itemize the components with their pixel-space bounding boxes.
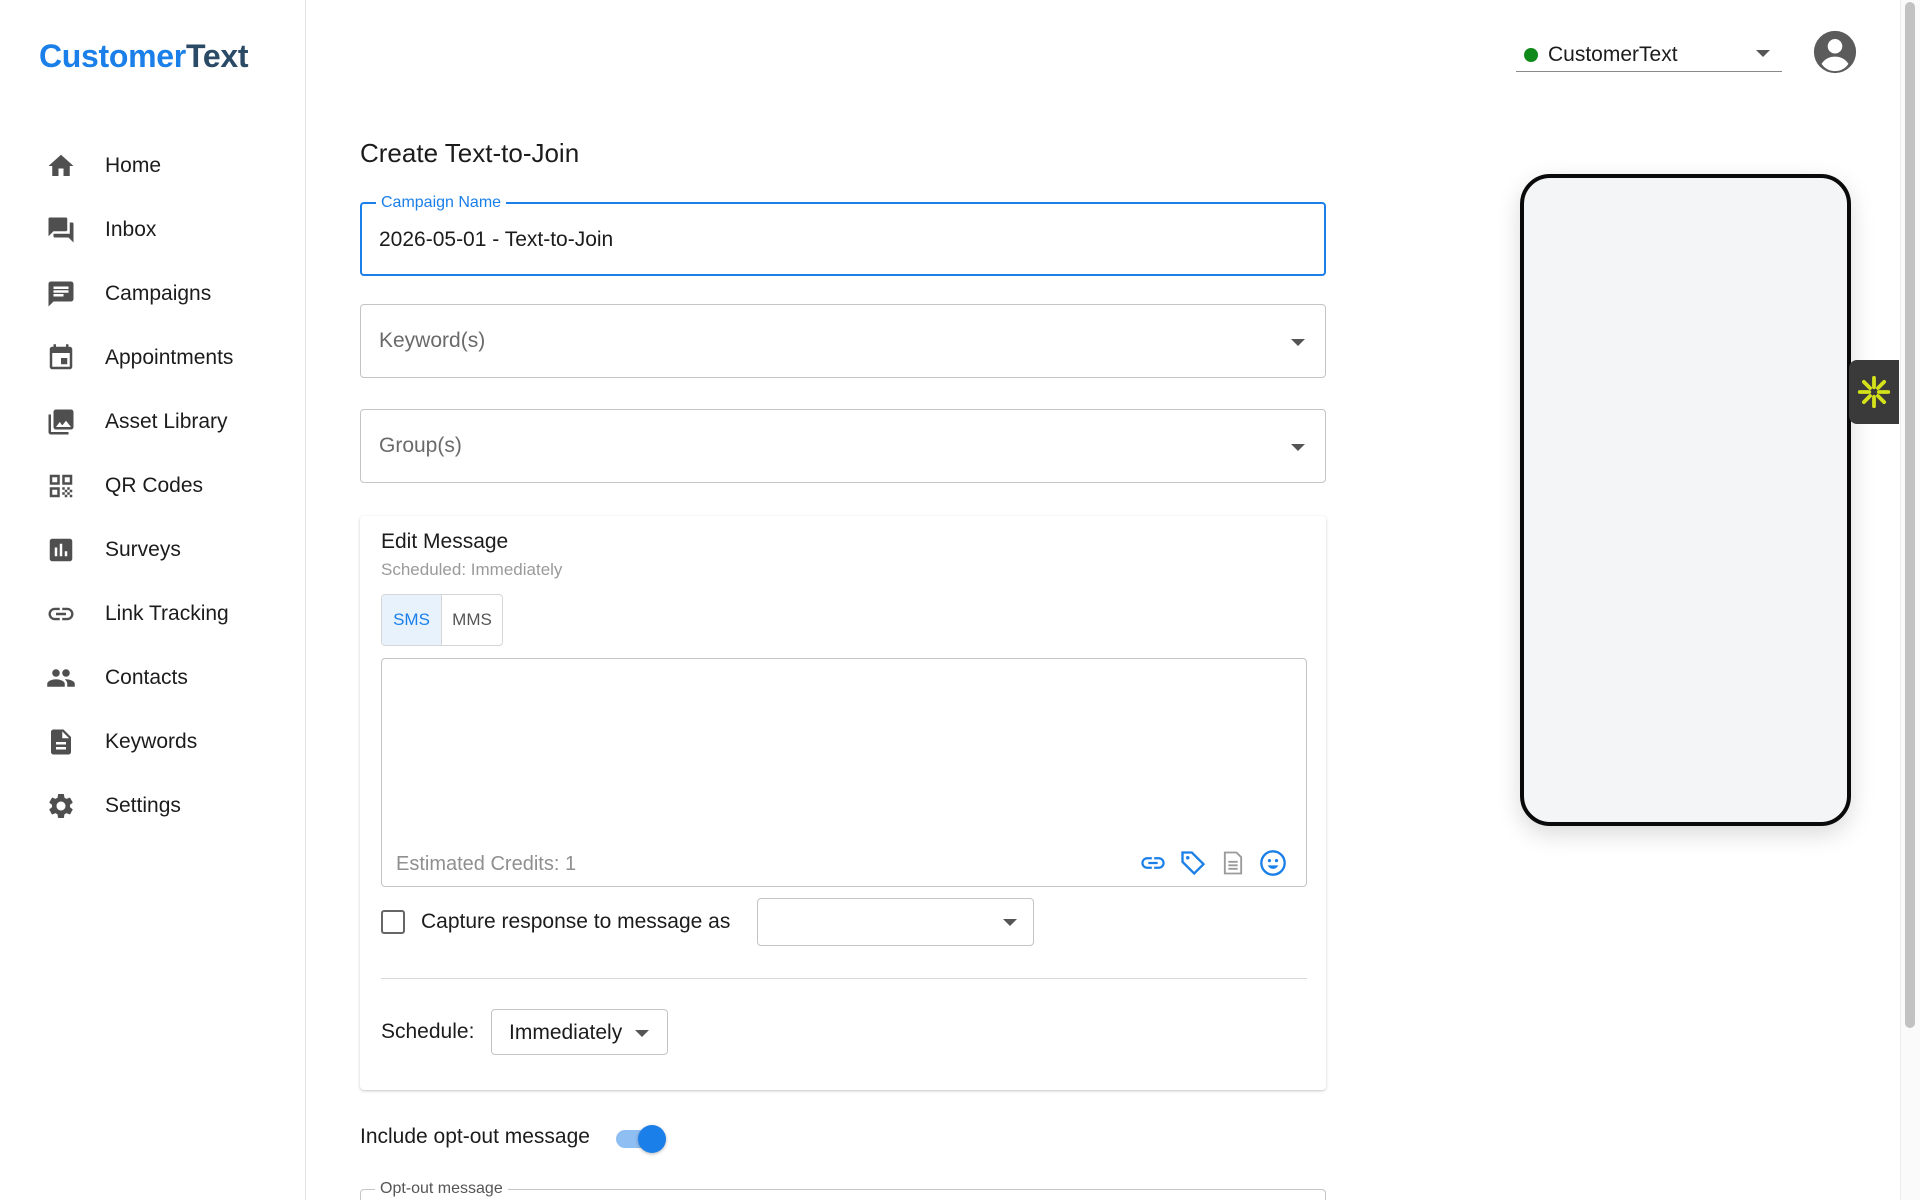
edit-message-title: Edit Message: [381, 530, 509, 553]
sidebar-item-label: Link Tracking: [105, 602, 229, 625]
sidebar-item-label: Surveys: [105, 538, 181, 561]
message-composer: Estimated Credits: 1: [381, 658, 1307, 887]
sidebar-item-asset-library[interactable]: Asset Library: [0, 390, 305, 454]
schedule-summary: Scheduled: Immediately: [381, 560, 563, 579]
capture-response-label: Capture response to message as: [421, 910, 731, 933]
schedule-label: Schedule:: [381, 1020, 475, 1043]
message-body-input[interactable]: [394, 671, 1294, 821]
sidebar-item-contacts[interactable]: Contacts: [0, 646, 305, 710]
sidebar-item-label: Home: [105, 154, 162, 177]
people-icon: [45, 662, 77, 694]
asterisk-icon: [1857, 375, 1891, 409]
groups-placeholder: Group(s): [379, 434, 462, 457]
chevron-down-icon: [635, 1030, 649, 1037]
phone-preview: [1520, 174, 1851, 826]
capture-response-row: Capture response to message as: [381, 898, 730, 946]
message-type-mms[interactable]: MMS: [442, 595, 502, 645]
sidebar-item-qr-codes[interactable]: QR Codes: [0, 454, 305, 518]
campaign-name-field[interactable]: Campaign Name: [360, 194, 1326, 276]
sidebar-nav: Home Inbox Campaigns Appointments Asset …: [0, 134, 305, 838]
groups-select[interactable]: Group(s): [360, 409, 1326, 483]
sidebar-item-settings[interactable]: Settings: [0, 774, 305, 838]
image-library-icon: [45, 406, 77, 438]
keywords-select[interactable]: Keyword(s): [360, 304, 1326, 378]
message-type-sms[interactable]: SMS: [382, 595, 442, 645]
brand-logo-part2: Text: [185, 38, 249, 74]
calendar-icon: [45, 342, 77, 374]
home-icon: [45, 150, 77, 182]
page-title: Create Text-to-Join: [360, 138, 580, 168]
campaign-name-input[interactable]: [379, 228, 1279, 252]
estimated-credits: Estimated Credits: 1: [396, 853, 577, 875]
optout-row: Include opt-out message: [360, 1120, 590, 1154]
brand-logo[interactable]: CustomerText: [39, 38, 249, 75]
inbox-icon: [45, 214, 77, 246]
keywords-placeholder: Keyword(s): [379, 329, 486, 352]
sidebar-item-label: Appointments: [105, 346, 234, 369]
capture-field-select[interactable]: [757, 898, 1034, 946]
capture-response-checkbox[interactable]: [381, 910, 405, 934]
insert-link-icon[interactable]: [1138, 848, 1168, 878]
sidebar-item-label: Contacts: [105, 666, 188, 689]
sidebar-item-inbox[interactable]: Inbox: [0, 198, 305, 262]
sidebar-item-campaigns[interactable]: Campaigns: [0, 262, 305, 326]
message-type-toggle: SMS MMS: [381, 594, 503, 646]
chevron-down-icon: [1756, 50, 1770, 57]
edit-message-card: Edit Message Scheduled: Immediately SMS …: [360, 516, 1326, 1090]
account-circle-icon: [1813, 30, 1857, 74]
link-icon: [45, 598, 77, 630]
schedule-select[interactable]: Immediately: [491, 1009, 668, 1055]
tag-icon[interactable]: [1178, 848, 1208, 878]
qr-code-icon: [45, 470, 77, 502]
sidebar-item-link-tracking[interactable]: Link Tracking: [0, 582, 305, 646]
composer-toolbar: [1138, 848, 1288, 878]
sidebar-item-label: Asset Library: [105, 410, 228, 433]
sidebar-item-home[interactable]: Home: [0, 134, 305, 198]
chevron-down-icon: [1003, 919, 1017, 926]
sidebar-item-label: Campaigns: [105, 282, 212, 305]
toggle-thumb: [638, 1125, 666, 1153]
campaigns-icon: [45, 278, 77, 310]
vertical-scrollbar[interactable]: [1900, 0, 1920, 1200]
schedule-row: Schedule:: [381, 1009, 474, 1055]
template-icon[interactable]: [1218, 848, 1248, 878]
sidebar-item-label: Inbox: [105, 218, 157, 241]
sidebar-item-label: Keywords: [105, 730, 198, 753]
optout-toggle[interactable]: [614, 1125, 666, 1153]
emoji-icon[interactable]: [1258, 848, 1288, 878]
brand-logo-part1: Customer: [39, 38, 186, 74]
campaign-name-label: Campaign Name: [376, 194, 507, 212]
scrollbar-thumb[interactable]: [1905, 2, 1915, 1028]
sidebar-item-label: QR Codes: [105, 474, 204, 497]
feedback-widget-button[interactable]: [1849, 360, 1899, 424]
document-icon: [45, 726, 77, 758]
sidebar-item-appointments[interactable]: Appointments: [0, 326, 305, 390]
sidebar-item-label: Settings: [105, 794, 181, 817]
optout-message-field[interactable]: Opt-out message: [360, 1180, 1326, 1200]
app-root: CustomerText Home Inbox Campaigns Appoin…: [0, 0, 1920, 1200]
optout-message-label: Opt-out message: [375, 1180, 508, 1198]
chevron-down-icon: [1291, 339, 1305, 346]
bar-chart-icon: [45, 534, 77, 566]
sidebar: CustomerText Home Inbox Campaigns Appoin…: [0, 0, 306, 1200]
optout-label: Include opt-out message: [360, 1125, 590, 1148]
account-select[interactable]: CustomerText: [1516, 38, 1782, 72]
account-status-dot: [1524, 47, 1538, 62]
gear-icon: [45, 790, 77, 822]
schedule-value: Immediately: [509, 1021, 623, 1044]
sidebar-item-keywords[interactable]: Keywords: [0, 710, 305, 774]
user-avatar[interactable]: [1812, 29, 1858, 75]
account-name: CustomerText: [1548, 42, 1678, 66]
sidebar-item-surveys[interactable]: Surveys: [0, 518, 305, 582]
divider: [381, 978, 1307, 979]
chevron-down-icon: [1291, 444, 1305, 451]
